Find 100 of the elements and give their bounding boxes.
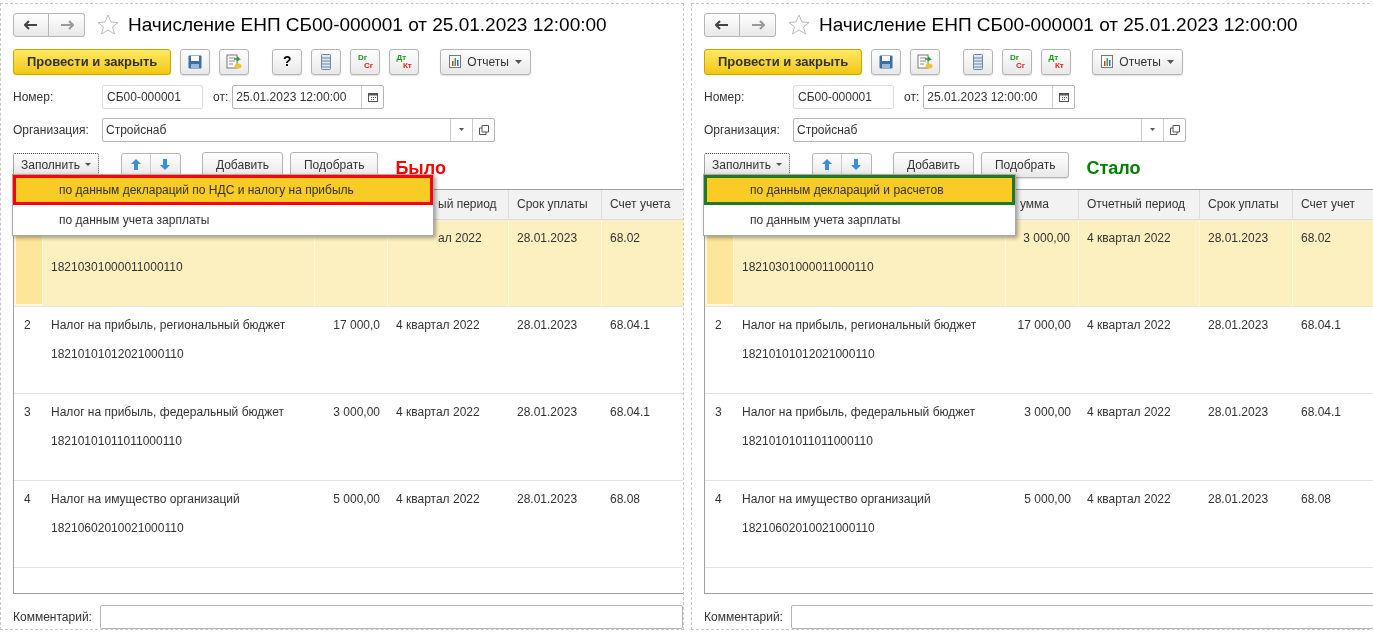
ledger-button[interactable]: Dr Cr — [1002, 48, 1033, 75]
table-cell-text: 4 — [23, 490, 32, 508]
table-cell-text: 4 квартал 2022 — [395, 403, 481, 421]
annotation-label: Стало — [1086, 157, 1141, 181]
comment-field[interactable] — [790, 605, 1373, 629]
comment-field[interactable] — [99, 605, 683, 629]
table-cell-text: 28.01.2023 — [516, 490, 579, 508]
field-label: от: — [904, 88, 920, 106]
table-cell-text: 4 — [714, 490, 723, 508]
table-cell-text: 4 квартал 2022 — [1086, 229, 1172, 247]
column-header[interactable]: Срок уплаты — [1200, 189, 1293, 219]
number-field[interactable]: СБ00-000001 — [793, 84, 894, 109]
table-cell-text: Налог на прибыль, федеральный бюджет — [50, 403, 286, 421]
help-button[interactable]: ? — [272, 48, 303, 75]
table-cell-text: 68.04.1 — [609, 403, 652, 421]
table-cell-text: 18210101012021000110 — [741, 345, 876, 363]
table-cell-text: 68.02 — [609, 229, 642, 247]
fill-button[interactable]: Заполнить — [13, 152, 99, 177]
table-cell-text: 18210301000011000110 — [741, 258, 875, 276]
list-button[interactable] — [311, 48, 342, 75]
document-arrow-icon — [226, 53, 243, 70]
save-button[interactable] — [871, 48, 902, 75]
table-cell-text: 3 000,00 — [1022, 229, 1071, 247]
table-cell-text: 68.02 — [1300, 229, 1333, 247]
chart-icon — [1101, 55, 1114, 69]
forward-arrow-icon — [750, 19, 765, 30]
dropdown-caret-icon — [775, 163, 782, 167]
reports-button[interactable]: Отчеты — [440, 48, 531, 75]
post-and-close-button[interactable]: Провести и закрыть — [704, 48, 863, 75]
list-button[interactable] — [963, 48, 994, 75]
document-arrow-icon — [917, 53, 934, 70]
post-button[interactable] — [219, 48, 250, 75]
stacked-list-icon — [321, 53, 332, 70]
table-cell-text: 68.08 — [1300, 490, 1333, 508]
menu-item[interactable]: по данным деклараций по НДС и налогу на прибыль — [13, 175, 433, 205]
dropdown-caret-icon — [1150, 128, 1155, 132]
column-header[interactable]: Счет учета — [602, 189, 683, 219]
number-field[interactable]: СБ00-000001 — [102, 84, 203, 109]
table-cell-text: 2 — [714, 316, 723, 334]
window-title: Начисление ЕНП СБ00-000001 от 25.01.2023 12:00:00 — [819, 12, 1298, 37]
table-cell-text: 68.04.1 — [1300, 403, 1343, 421]
table-cell-text: 28.01.2023 — [1207, 229, 1270, 247]
field-label: от: — [213, 88, 229, 106]
post-and-close-button[interactable]: Провести и закрыть — [13, 48, 172, 75]
fill-button[interactable]: Заполнить — [704, 152, 790, 177]
stacked-list-icon — [973, 53, 984, 70]
table-cell-text: 18210101012021000110 — [50, 345, 185, 363]
field-label: Комментарий: — [13, 609, 93, 626]
table-cell-text: 3 000,00 — [1023, 403, 1072, 421]
date-field[interactable]: 25.01.2023 12:00:00 — [232, 84, 385, 109]
column-header[interactable]: Срок уплаты — [509, 189, 602, 219]
organization-field[interactable]: Стройснаб — [102, 117, 495, 142]
post-button[interactable] — [910, 48, 941, 75]
reports-button[interactable]: Отчеты — [1092, 48, 1183, 75]
table-cell-text: 18210101011011000110 — [741, 432, 874, 450]
table-cell-text: 17 000,00 — [1016, 316, 1072, 334]
dropdown-caret-icon — [1166, 59, 1174, 64]
column-header[interactable]: Отчетный период — [1079, 189, 1200, 219]
pick-button[interactable]: Подобрать — [980, 151, 1070, 178]
star-icon[interactable] — [788, 13, 810, 36]
table-cell-text: 5 000,00 — [332, 490, 381, 508]
field-label: Организация: — [704, 121, 781, 139]
date-field[interactable]: 25.01.2023 12:00:00 — [923, 84, 1076, 109]
table-cell-text: 28.01.2023 — [1207, 490, 1270, 508]
down-arrow-icon — [160, 159, 171, 171]
table-cell-text: 68.08 — [609, 490, 642, 508]
menu-item[interactable]: по данным деклараций и расчетов — [704, 175, 1015, 205]
window-title: Начисление ЕНП СБ00-000001 от 25.01.2023 12:00:00 — [128, 12, 607, 37]
calendar-icon — [367, 91, 378, 102]
column-header[interactable]: Счет учет — [1293, 189, 1373, 219]
back-arrow-icon — [715, 19, 729, 30]
table-cell-text: 28.01.2023 — [1207, 316, 1270, 334]
back-arrow-icon — [24, 19, 38, 30]
table-cell-text: 5 000,00 — [1023, 490, 1072, 508]
star-icon[interactable] — [97, 13, 119, 36]
table-cell-text: 28.01.2023 — [516, 229, 579, 247]
dropdown-caret-icon — [514, 59, 522, 64]
table-cell-text: 18210602010021000110 — [50, 519, 185, 537]
organization-field[interactable]: Стройснаб — [793, 117, 1186, 142]
table-cell-text: 18210301000011000110 — [50, 258, 184, 276]
calendar-icon — [1058, 91, 1069, 102]
table-cell-text: 2 — [23, 316, 32, 334]
save-button[interactable] — [180, 48, 211, 75]
back-button[interactable] — [13, 12, 49, 37]
down-arrow-icon — [851, 159, 862, 171]
ledger-button[interactable]: Dr Cr — [350, 48, 381, 75]
table-cell-text: 4 квартал 2022 — [1086, 490, 1172, 508]
table-cell-text: 3 000,00 — [332, 403, 381, 421]
table-cell-text: 28.01.2023 — [516, 403, 579, 421]
table-cell-text: 3 — [714, 403, 723, 421]
table-cell-text: 4 квартал 2022 — [1086, 316, 1172, 334]
up-arrow-icon — [821, 159, 832, 171]
table-cell-text: 28.01.2023 — [1207, 403, 1270, 421]
ledger-button[interactable]: Дт Кт — [1041, 48, 1072, 75]
field-label: Комментарий: — [704, 609, 784, 626]
back-button[interactable] — [704, 12, 740, 37]
dropdown-caret-icon — [459, 128, 464, 132]
table-cell-text: Налог на имущество организаций — [50, 490, 241, 508]
table-cell-text: 68.04.1 — [1300, 316, 1343, 334]
ledger-button[interactable]: Дт Кт — [389, 48, 420, 75]
